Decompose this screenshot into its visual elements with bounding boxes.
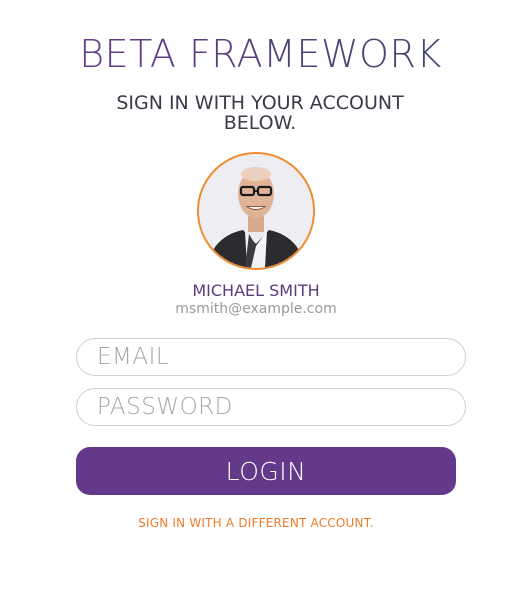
app-title: BETA FRAMEWORK [0, 31, 521, 77]
avatar [197, 152, 315, 270]
user-name: MICHAEL SMITH [192, 281, 320, 300]
user-photo-icon [199, 154, 313, 268]
password-field[interactable] [76, 388, 466, 426]
user-email: msmith@example.com [175, 301, 337, 317]
signin-instruction: SIGN IN WITH YOUR ACCOUNT BELOW. [116, 92, 404, 134]
switch-account-link[interactable]: SIGN IN WITH A DIFFERENT ACCOUNT. [0, 516, 512, 530]
login-button[interactable]: LOGIN [76, 447, 456, 495]
email-field[interactable] [76, 338, 466, 376]
